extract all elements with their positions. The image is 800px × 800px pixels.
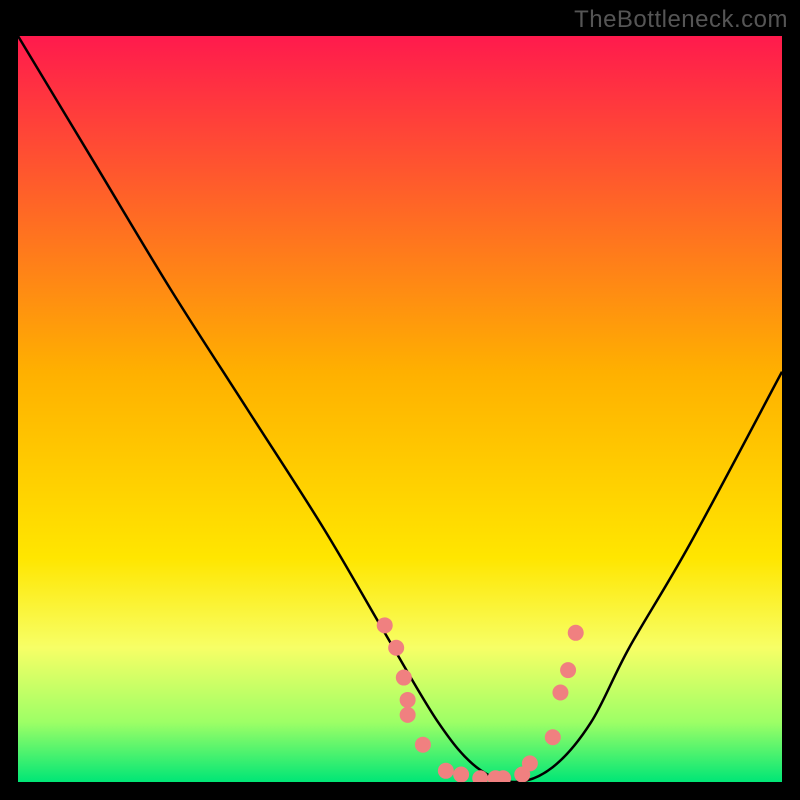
scatter-point [560,662,576,678]
scatter-point [438,763,454,779]
watermark-text: TheBottleneck.com [574,6,788,34]
scatter-point [377,617,393,633]
scatter-point [552,684,568,700]
chart-frame: TheBottleneck.com [0,0,800,800]
scatter-point [400,707,416,723]
scatter-point [415,737,431,753]
chart-plot-area [18,36,782,782]
scatter-point [396,670,412,686]
scatter-point [568,625,584,641]
gradient-background [18,36,782,782]
scatter-point [522,755,538,771]
scatter-point [453,767,469,782]
scatter-point [388,640,404,656]
scatter-point [400,692,416,708]
scatter-point [545,729,561,745]
chart-svg [18,36,782,782]
